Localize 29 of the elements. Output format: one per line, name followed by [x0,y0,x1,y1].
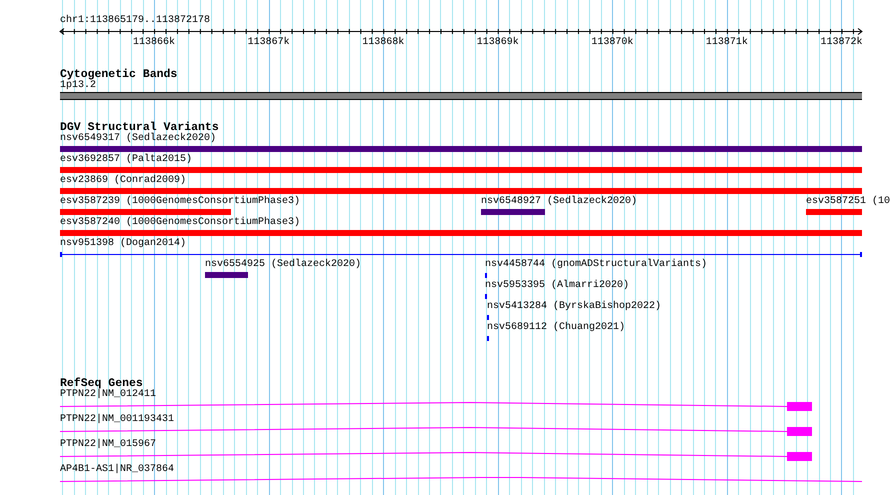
location-label: chr1:113865179..113872178 [60,15,210,27]
variant-label: nsv6554925 (Sedlazeck2020) [205,259,362,271]
tick-label: 113872k [820,37,862,48]
variant-label: nsv5953395 (Almarri2020) [485,280,630,292]
variant-label: esv3587251 (10 [806,196,890,208]
variant-label: nsv5689112 (Chuang2021) [487,322,626,334]
band-label: 1p13.2 [60,80,96,92]
variant-label: nsv4458744 (gnomADStructuralVariants) [485,259,708,271]
tick-label: 113869k [476,37,519,48]
tick-label: 113866k [133,37,176,48]
gene-label: PTPN22|NM_012411 [60,389,156,401]
gene-label: PTPN22|NM_001193431 [60,414,174,426]
track-title: RefSeq Genes [60,378,143,389]
track-title: Cytogenetic Bands [60,69,178,80]
tick-label: 113871k [706,37,748,48]
gene-label: PTPN22|NM_015967 [60,439,156,451]
variant-label: esv3587239 (1000GenomesConsortiumPhase3) [60,196,300,208]
variant-label: esv3692857 (Palta2015) [60,154,192,166]
variant-label: nsv5413284 (ByrskaBishop2022) [487,301,662,313]
variant-label: esv23869 (Conrad2009) [60,175,186,187]
gene-label: AP4B1-AS1|NR_037864 [60,464,174,476]
tick-label: 113870k [591,37,634,48]
variant-label: esv3587240 (1000GenomesConsortiumPhase3) [60,217,300,229]
variant-label: nsv951398 (Dogan2014) [60,238,186,250]
variant-label: nsv6548927 (Sedlazeck2020) [481,196,638,208]
track-title: DGV Structural Variants [60,122,219,133]
tick-label: 113868k [362,37,404,48]
tick-label: 113867k [248,37,290,48]
variant-label: nsv6549317 (Sedlazeck2020) [60,133,216,145]
